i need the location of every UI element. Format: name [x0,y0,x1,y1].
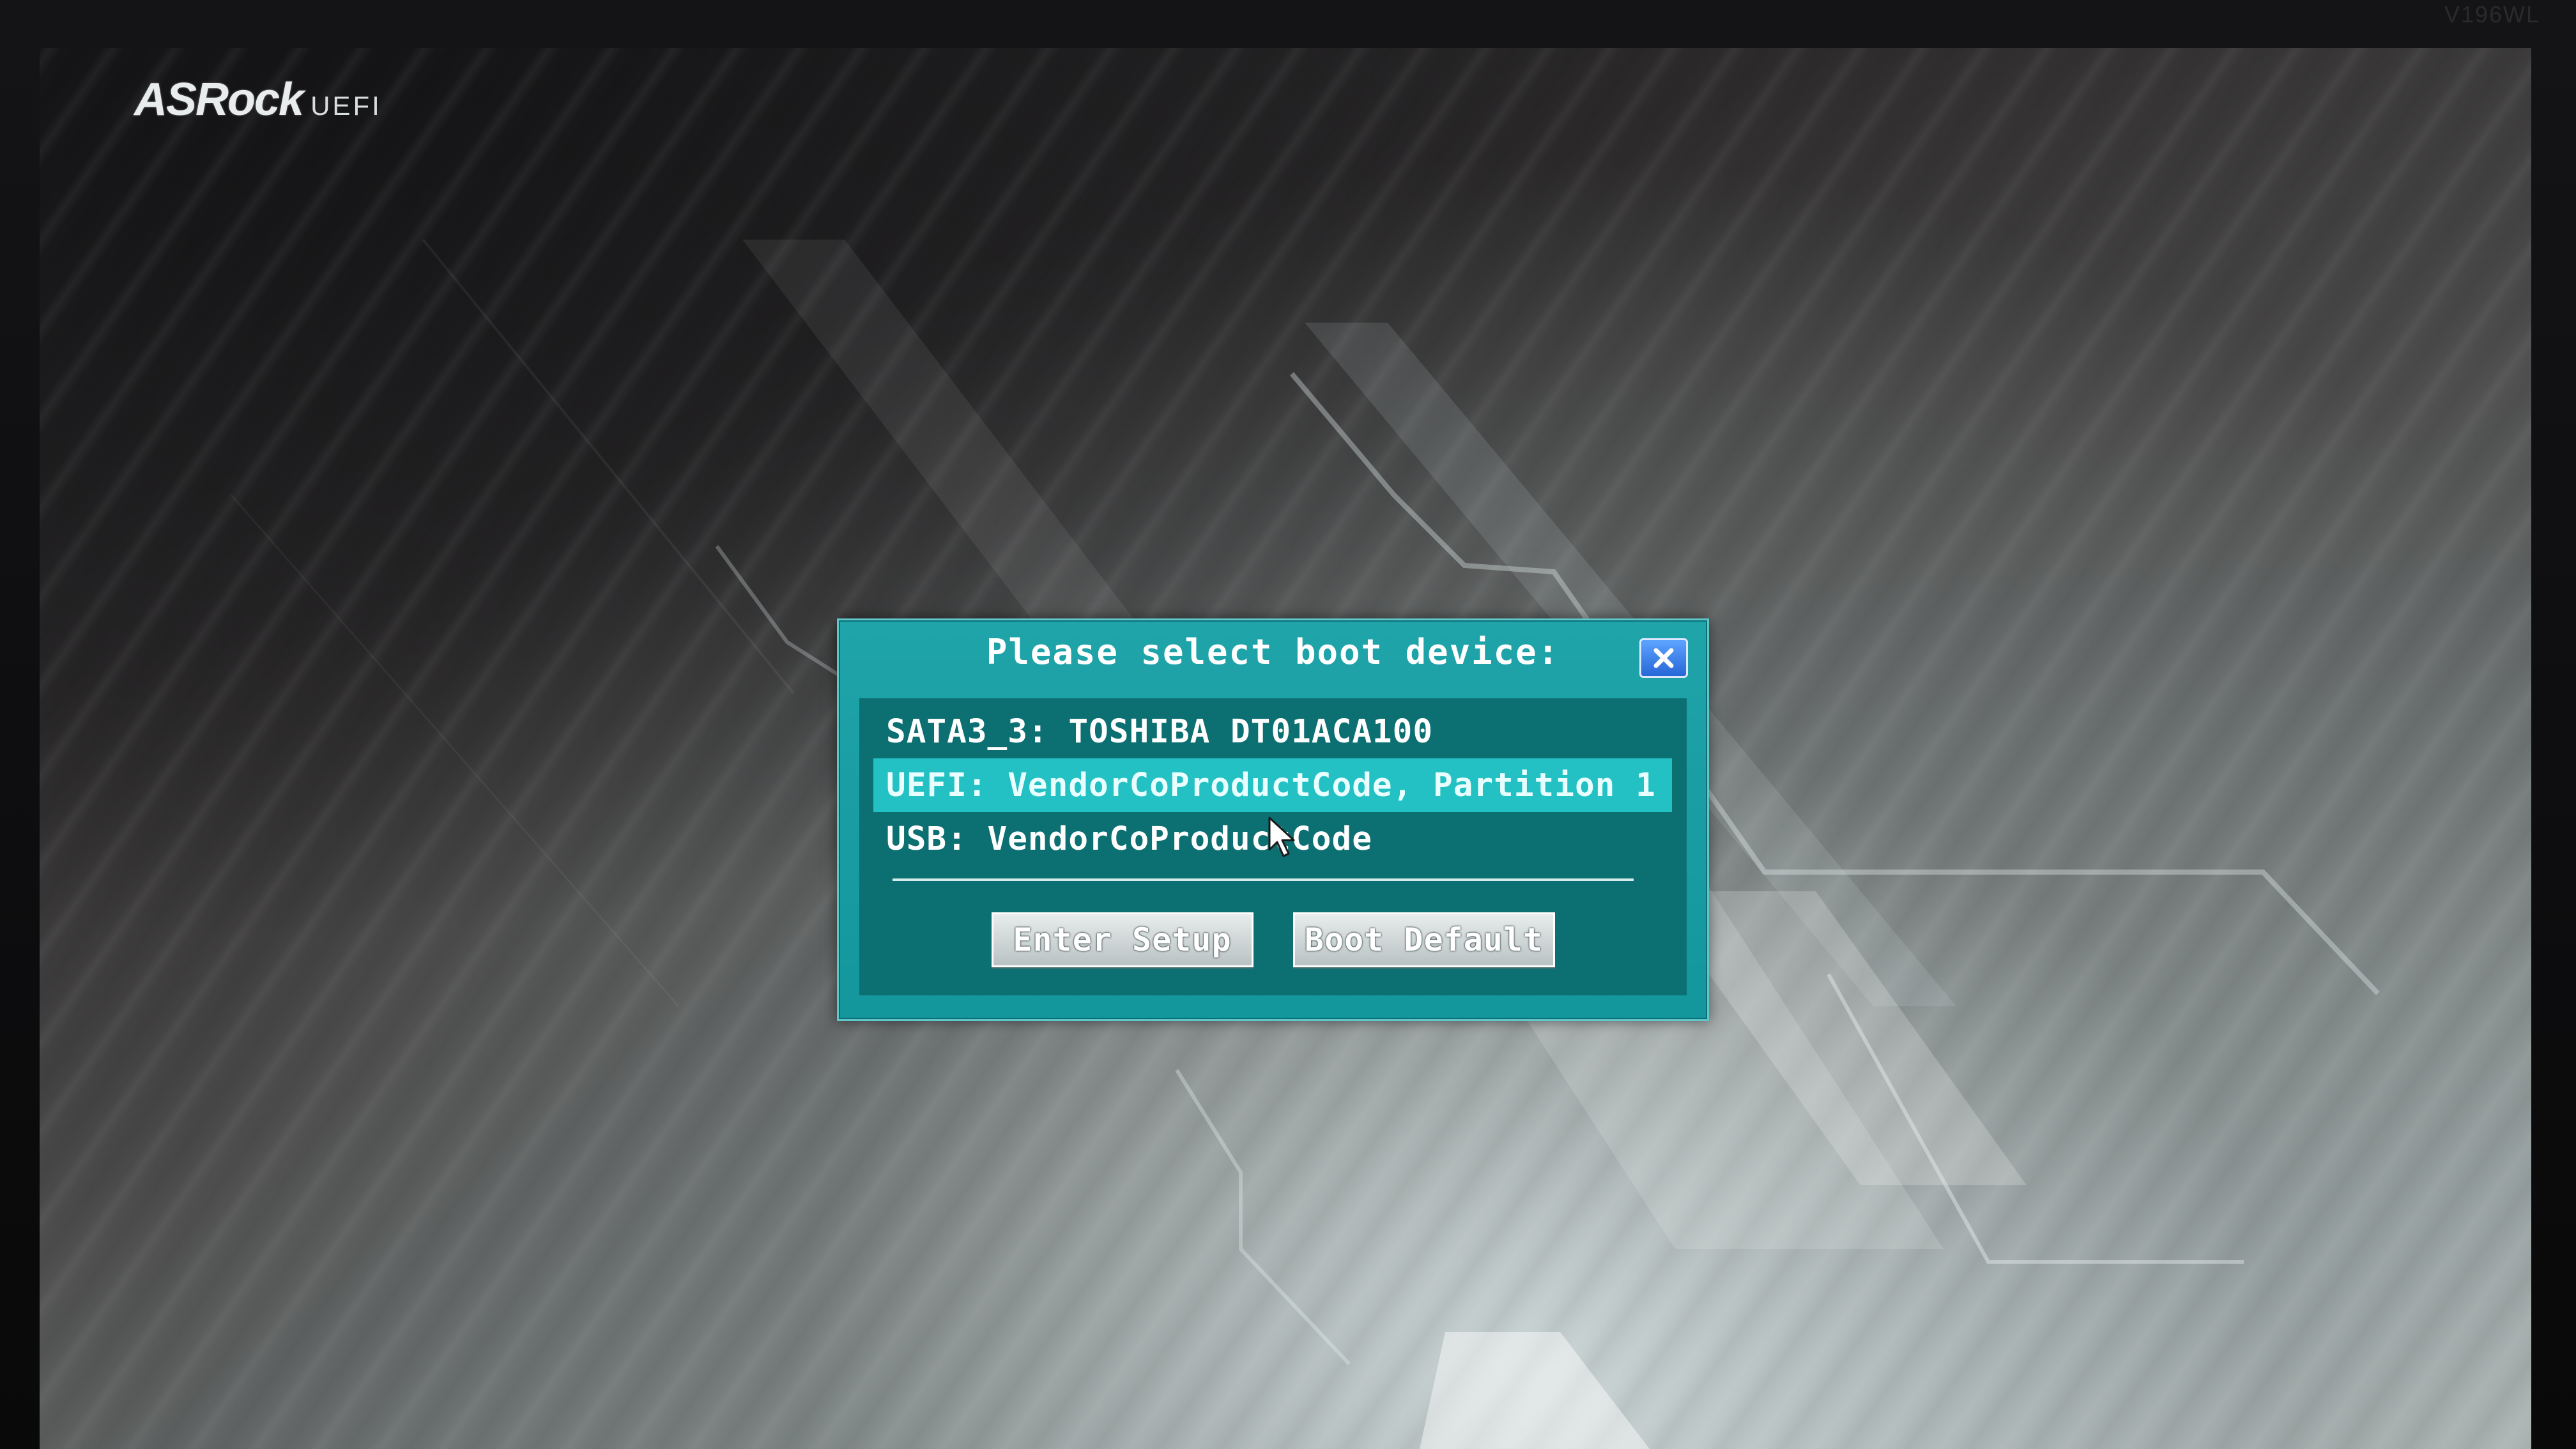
asrock-logo: ASRock UEFI [134,73,382,126]
mouse-pointer-icon [1268,816,1295,857]
enter-setup-button[interactable]: Enter Setup [991,912,1254,967]
logo-brand: ASRock [134,74,304,125]
boot-device-label: SATA3_3: TOSHIBA DT01ACA100 [886,712,1434,751]
boot-default-button[interactable]: Boot Default [1292,912,1555,967]
boot-device-label: USB: VendorCoProductCode [886,820,1372,858]
boot-device-uefi-usb[interactable]: UEFI: VendorCoProductCode, Partition 1 [873,758,1672,812]
close-icon [1653,648,1674,668]
dialog-title: Please select boot device: [986,632,1560,672]
monitor-bezel: V196WL ASRock UEFI Please select boot de… [0,0,2576,1449]
boot-device-label: UEFI: VendorCoProductCode, Partition 1 [886,766,1656,804]
close-button[interactable] [1639,638,1688,678]
divider [893,878,1634,881]
boot-device-sata[interactable]: SATA3_3: TOSHIBA DT01ACA100 [873,705,1672,758]
dialog-button-row: Enter Setup Boot Default [859,912,1687,967]
monitor-model-label: V196WL [2444,1,2540,27]
logo-uefi: UEFI [310,91,382,121]
